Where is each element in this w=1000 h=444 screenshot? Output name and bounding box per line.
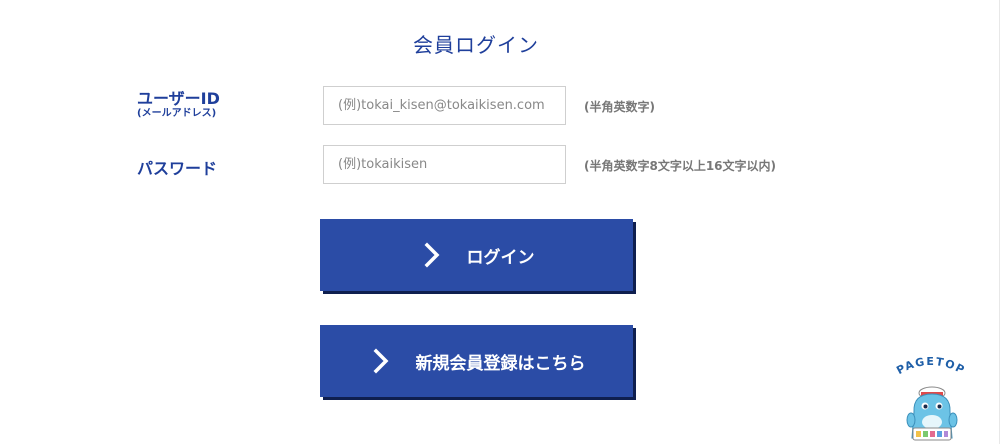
login-button[interactable]: ログイン [320, 219, 633, 291]
pagetop-button[interactable]: PAGETOP [885, 354, 977, 444]
userid-sublabel: (メールアドレス) [137, 108, 217, 119]
register-button[interactable]: 新規会員登録はこちら [320, 325, 633, 397]
chevron-right-icon [424, 242, 439, 268]
password-label: パスワード [137, 159, 218, 178]
page-title: 会員ログイン [413, 33, 539, 57]
pagetop-label: PAGETOP [894, 355, 967, 377]
mascot-icon [906, 386, 958, 441]
login-page: 会員ログイン ユーザーID (メールアドレス) (半角英数字) パスワード (半… [0, 0, 1000, 444]
password-input[interactable] [323, 145, 566, 184]
chevron-right-icon [373, 348, 388, 374]
password-hint: (半角英数字8文字以上16文字以内) [584, 159, 777, 173]
userid-label-text: ユーザーID [137, 89, 220, 108]
login-button-label: ログイン [466, 247, 535, 267]
userid-hint: (半角英数字) [584, 100, 655, 114]
userid-input[interactable] [323, 86, 566, 125]
userid-label: ユーザーID (メールアドレス) [137, 90, 220, 120]
register-button-label: 新規会員登録はこちら [415, 353, 586, 373]
